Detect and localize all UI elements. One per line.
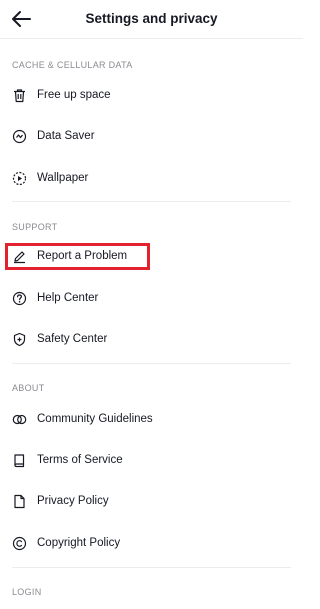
menu-item-community-guidelines[interactable]: Community Guidelines — [0, 403, 303, 437]
menu-item-label: Free up space — [37, 89, 111, 101]
document-icon — [12, 494, 27, 509]
section-divider — [12, 201, 291, 202]
menu-item-label: Safety Center — [37, 333, 108, 345]
shield-plus-icon — [12, 332, 27, 347]
header: Settings and privacy — [0, 0, 303, 39]
menu-item-label: Data Saver — [37, 130, 95, 142]
menu-item-label: Community Guidelines — [37, 413, 153, 425]
question-circle-icon — [12, 291, 27, 306]
menu-item-safety-center[interactable]: Safety Center — [0, 323, 303, 357]
section-title-support: SUPPORT — [12, 222, 58, 232]
section-divider — [12, 567, 291, 568]
overlapping-circles-icon — [12, 412, 27, 427]
menu-item-label: Help Center — [37, 292, 99, 304]
menu-item-help-center[interactable]: Help Center — [0, 282, 303, 316]
menu-item-copyright-policy[interactable]: Copyright Policy — [0, 527, 303, 561]
copyright-icon — [12, 536, 27, 551]
menu-item-label: Copyright Policy — [37, 537, 121, 549]
menu-item-label: Terms of Service — [37, 454, 123, 466]
wallpaper-icon — [12, 171, 27, 186]
menu-item-privacy-policy[interactable]: Privacy Policy — [0, 485, 303, 519]
section-title-login: LOGIN — [12, 587, 42, 597]
menu-item-wallpaper[interactable]: Wallpaper — [0, 162, 303, 196]
section-divider — [12, 363, 291, 364]
section-title-cache: CACHE & CELLULAR DATA — [12, 60, 133, 70]
menu-item-label: Privacy Policy — [37, 495, 109, 507]
trash-icon — [12, 88, 27, 103]
book-icon — [12, 453, 27, 468]
data-saver-icon — [12, 129, 27, 144]
menu-item-free-up-space[interactable]: Free up space — [0, 79, 303, 113]
menu-item-terms-of-service[interactable]: Terms of Service — [0, 444, 303, 478]
menu-item-data-saver[interactable]: Data Saver — [0, 120, 303, 154]
page-title: Settings and privacy — [85, 11, 218, 26]
section-title-about: ABOUT — [12, 383, 45, 393]
highlight-box — [5, 243, 150, 270]
menu-item-label: Wallpaper — [37, 172, 89, 184]
